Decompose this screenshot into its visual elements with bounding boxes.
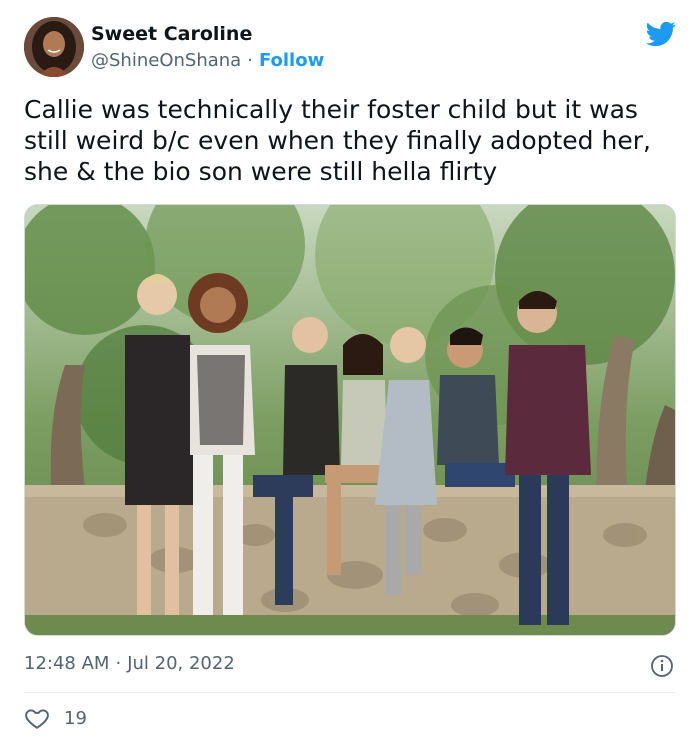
heart-icon[interactable]	[24, 705, 50, 731]
tweet-text: Callie was technically their foster chil…	[24, 95, 651, 186]
tweet-time: 12:48 AM	[24, 653, 110, 674]
separator-dot: ·	[247, 50, 253, 71]
twitter-bird-icon[interactable]	[646, 21, 676, 47]
like-action[interactable]: 19	[24, 705, 87, 731]
like-count: 19	[64, 707, 87, 729]
handle-row: @ShineOnShana · Follow	[91, 50, 324, 71]
tweet-photo[interactable]	[24, 204, 676, 636]
tweet-header: Sweet Caroline @ShineOnShana · Follow	[24, 17, 676, 79]
tweet-timestamp[interactable]: 12:48 AM · Jul 20, 2022	[24, 653, 235, 674]
author-name[interactable]: Sweet Caroline	[91, 23, 252, 45]
avatar[interactable]	[24, 17, 84, 77]
author-handle[interactable]: @ShineOnShana	[91, 50, 241, 71]
follow-button[interactable]: Follow	[259, 50, 324, 71]
divider	[24, 692, 676, 693]
tweet-date: Jul 20, 2022	[127, 653, 235, 674]
timestamp-separator: ·	[115, 653, 122, 674]
info-icon[interactable]	[650, 654, 674, 678]
